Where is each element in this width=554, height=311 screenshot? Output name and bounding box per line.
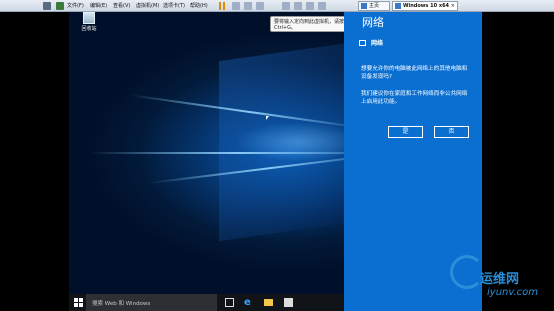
fullscreen-icon[interactable] bbox=[282, 2, 290, 10]
right-black-margin bbox=[482, 12, 554, 311]
left-black-margin bbox=[0, 12, 69, 311]
recycle-bin-label: 回收站 bbox=[81, 26, 97, 32]
menu-edit[interactable]: 编辑(E) bbox=[90, 2, 107, 9]
home-tab-icon bbox=[361, 3, 367, 9]
network-icon bbox=[359, 39, 366, 46]
pause-icon-bar bbox=[223, 2, 225, 10]
mouse-cursor-icon bbox=[266, 116, 269, 120]
vmware-toolbar: 文件(F) 编辑(E) 查看(V) 虚拟机(M) 选项卡(T) 帮助(H) 主页… bbox=[0, 0, 554, 12]
network-header: 网络 bbox=[359, 38, 383, 47]
snapshot-icon[interactable] bbox=[232, 2, 240, 10]
start-button[interactable] bbox=[74, 298, 83, 307]
file-explorer-icon[interactable] bbox=[264, 299, 273, 306]
close-tab-icon[interactable]: × bbox=[451, 2, 455, 10]
discovery-recommendation: 我们建议你在家庭和工作网络而非公共网络上启用此功能。 bbox=[361, 91, 468, 105]
watermark-logo-icon bbox=[450, 255, 484, 289]
tab-home[interactable]: 主页 bbox=[358, 1, 390, 11]
unity-icon[interactable] bbox=[294, 2, 302, 10]
taskbar: 搜索 Web 和 Windows e bbox=[69, 294, 344, 311]
vm-home-icon[interactable] bbox=[56, 2, 64, 10]
menu-tabs[interactable]: 选项卡(T) bbox=[163, 2, 185, 9]
flyout-title: 网络 bbox=[362, 16, 384, 29]
watermark-site-name: 运维网 bbox=[480, 272, 520, 287]
menu-view[interactable]: 查看(V) bbox=[113, 2, 130, 9]
menu-help[interactable]: 帮助(H) bbox=[190, 2, 208, 9]
watermark-domain: iyunv.com bbox=[487, 287, 539, 298]
vmware-logo-icon bbox=[43, 2, 51, 10]
menu-file[interactable]: 文件(F) bbox=[67, 2, 84, 9]
recycle-bin-icon bbox=[83, 12, 95, 24]
pause-icon[interactable] bbox=[219, 2, 221, 10]
manage-snapshot-icon[interactable] bbox=[256, 2, 264, 10]
stretch-icon[interactable] bbox=[318, 2, 326, 10]
revert-icon[interactable] bbox=[244, 2, 252, 10]
vm-tab-icon bbox=[395, 3, 401, 9]
edge-browser-icon[interactable]: e bbox=[244, 298, 253, 308]
tab-windows10-label: Windows 10 x64 bbox=[403, 3, 450, 9]
search-placeholder: 搜索 Web 和 Windows bbox=[92, 301, 151, 307]
tooltip-text: 要将输入定向到此虚拟机，请按 Ctrl+G。 bbox=[274, 19, 345, 31]
menu-vm[interactable]: 虚拟机(M) bbox=[136, 2, 159, 9]
tab-home-label: 主页 bbox=[369, 3, 380, 9]
console-view-icon[interactable] bbox=[306, 2, 314, 10]
wallpaper-window-light bbox=[219, 42, 349, 242]
recycle-bin[interactable]: 回收站 bbox=[77, 12, 101, 32]
tab-windows10[interactable]: Windows 10 x64 × bbox=[392, 1, 458, 11]
no-button[interactable]: 否 bbox=[434, 126, 469, 138]
store-icon[interactable] bbox=[284, 298, 293, 307]
discovery-question: 想要允许你的电脑被此网络上的其他电脑和设备发现吗? bbox=[361, 66, 468, 80]
yes-button[interactable]: 是 bbox=[388, 126, 423, 138]
network-header-label: 网络 bbox=[371, 40, 384, 47]
search-box[interactable]: 搜索 Web 和 Windows bbox=[86, 294, 217, 311]
task-view-icon[interactable] bbox=[225, 298, 234, 307]
